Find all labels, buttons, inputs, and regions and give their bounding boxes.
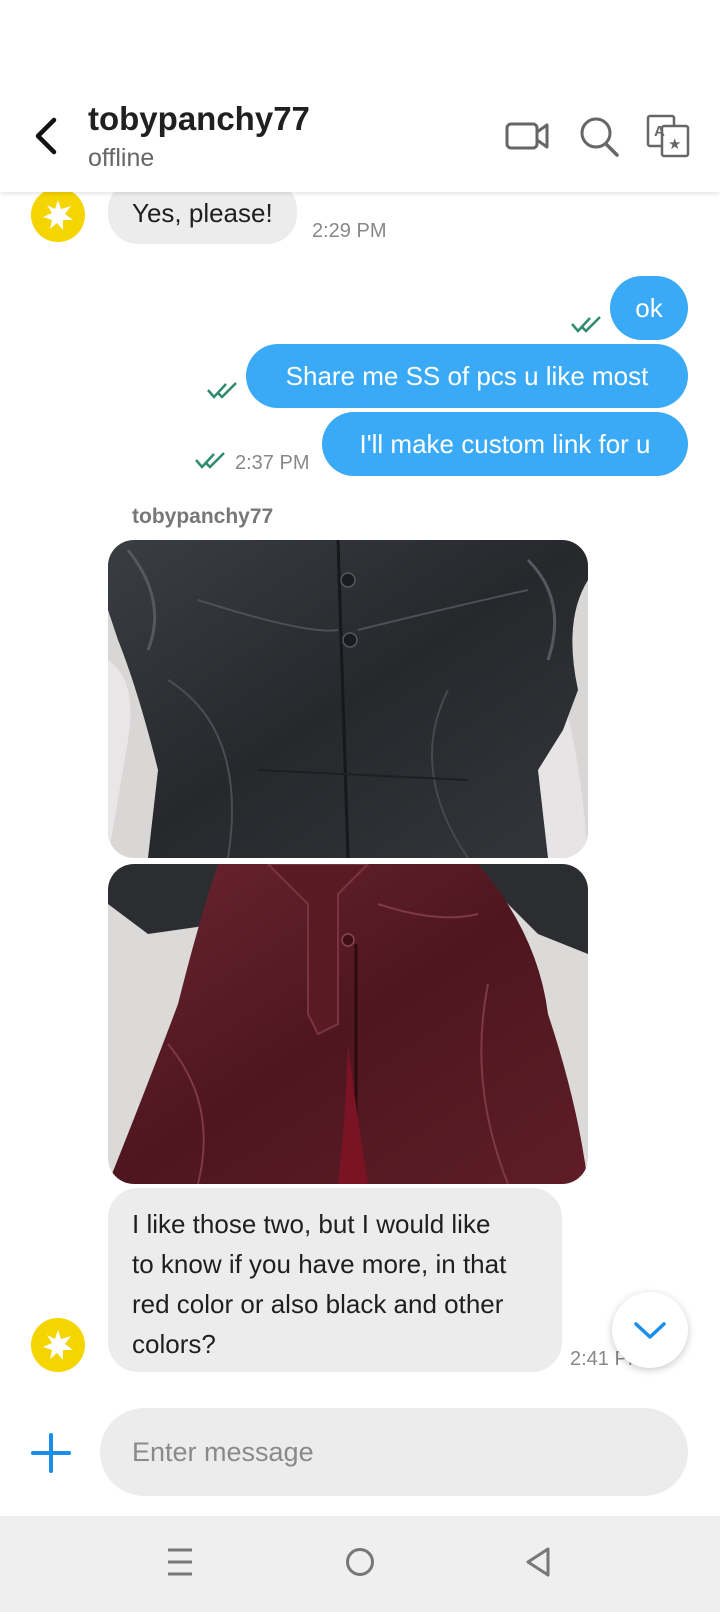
message-text: ok (635, 292, 663, 323)
message-bubble[interactable]: ok (610, 276, 688, 340)
read-ticks-icon (195, 452, 225, 469)
black-leather-jacket-photo (108, 540, 588, 858)
chat-header: tobypanchy77 offline A ★ (0, 0, 720, 192)
read-ticks-icon (571, 316, 601, 333)
contact-avatar[interactable] (31, 188, 85, 242)
back-triangle-icon[interactable] (524, 1546, 552, 1578)
back-arrow-icon[interactable] (28, 112, 68, 160)
message-time: 2:37 PM (235, 452, 310, 474)
add-attachment-icon[interactable] (30, 1432, 72, 1474)
video-call-icon[interactable] (504, 116, 550, 156)
avatar-burst-icon (43, 200, 73, 230)
contact-name[interactable]: tobypanchy77 (88, 100, 310, 138)
scroll-to-bottom-button[interactable] (612, 1292, 688, 1368)
message-line: I like those two, but I would like (132, 1209, 491, 1239)
image-message[interactable] (108, 540, 588, 858)
message-bubble[interactable]: Share me SS of pcs u like most (246, 344, 688, 408)
message-bubble[interactable]: I'll make custom link for u (322, 412, 688, 476)
message-bubble[interactable]: I like those two, but I would like to kn… (108, 1188, 562, 1372)
message-time: 2:29 PM (312, 220, 387, 242)
menu-icon[interactable] (166, 1546, 194, 1578)
message-text: Share me SS of pcs u like most (285, 360, 649, 391)
contact-status: offline (88, 144, 155, 172)
svg-text:★: ★ (668, 135, 681, 153)
image-message[interactable] (108, 864, 588, 1184)
read-ticks-icon (207, 382, 237, 399)
message-text: Yes, please! (132, 198, 273, 228)
sender-name: tobypanchy77 (132, 505, 274, 528)
message-input[interactable] (100, 1408, 688, 1496)
system-nav-bar (0, 1516, 720, 1612)
message-line: to know if you have more, in that (132, 1249, 507, 1279)
avatar-burst-icon (43, 1330, 73, 1360)
svg-text:A: A (654, 123, 665, 140)
search-icon[interactable] (578, 114, 620, 158)
message-line: red color or also black and other (132, 1289, 504, 1319)
chevron-down-icon (634, 1322, 666, 1339)
message-line: colors? (132, 1329, 216, 1359)
home-icon[interactable] (344, 1546, 376, 1578)
message-text: I'll make custom link for u (359, 428, 651, 459)
burgundy-leather-coat-photo (108, 864, 588, 1184)
contact-avatar[interactable] (31, 1318, 85, 1372)
translate-icon[interactable]: A ★ (646, 114, 690, 158)
